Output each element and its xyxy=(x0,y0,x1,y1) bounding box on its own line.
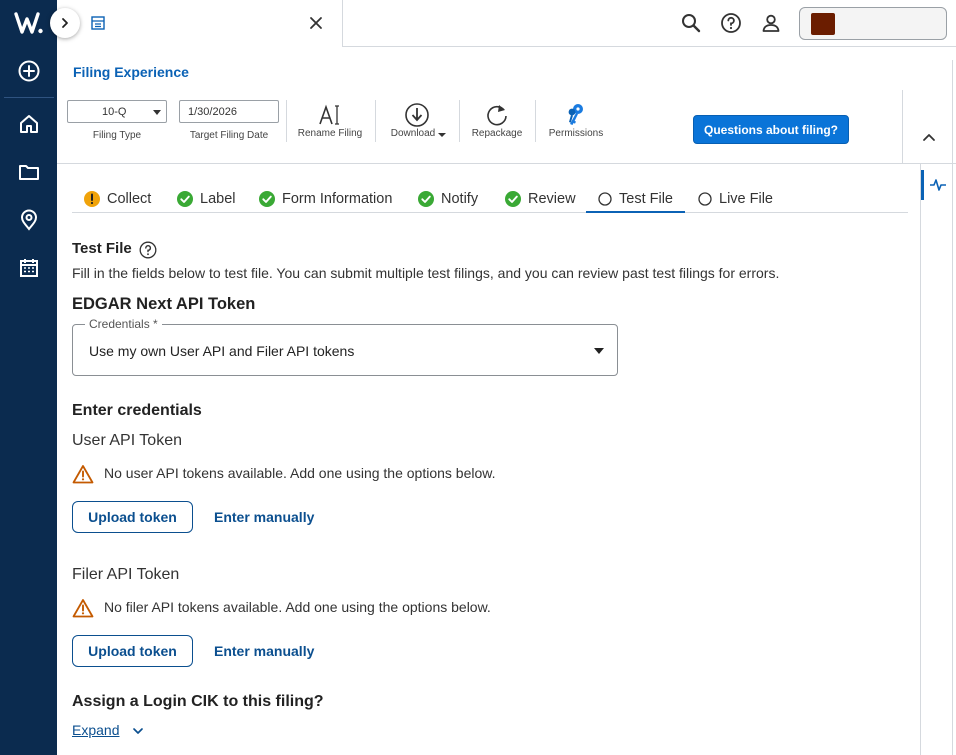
close-icon[interactable] xyxy=(309,16,323,30)
activity-panel-indicator xyxy=(921,170,924,200)
check-circle-icon xyxy=(505,191,521,207)
page-title: Filing Experience xyxy=(73,64,189,80)
target-date-value: 1/30/2026 xyxy=(188,105,237,118)
folder-icon[interactable] xyxy=(16,159,42,185)
tab-test-file[interactable]: Test File xyxy=(586,186,685,213)
toolbar-divider xyxy=(375,100,376,142)
section-description: Fill in the fields below to test file. Y… xyxy=(72,265,780,281)
chevron-down-icon[interactable] xyxy=(132,726,144,736)
filing-type-value: 10-Q xyxy=(102,105,127,118)
collapse-chevron-up-icon[interactable] xyxy=(922,131,936,143)
tab-label[interactable]: Label xyxy=(177,186,235,213)
account-color-swatch xyxy=(811,13,835,35)
help-icon[interactable] xyxy=(139,241,157,259)
chevron-down-icon xyxy=(153,110,161,115)
tab-notify[interactable]: Notify xyxy=(418,186,478,213)
filing-type-select[interactable]: 10-Q xyxy=(67,100,167,123)
filing-type-caption: Filing Type xyxy=(92,130,142,141)
expand-link[interactable]: Expand xyxy=(72,722,119,738)
top-bar xyxy=(57,0,956,47)
tab-collect[interactable]: Collect xyxy=(84,186,151,213)
tab-form-information[interactable]: Form Information xyxy=(259,186,392,213)
user-icon[interactable] xyxy=(760,12,782,34)
tab-live-file[interactable]: Live File xyxy=(698,186,773,213)
toolbar-divider xyxy=(535,100,536,142)
rail-separator xyxy=(4,97,54,98)
permissions-label: Permissions xyxy=(548,128,604,139)
tab-label: Notify xyxy=(441,191,479,207)
upload-user-token-button[interactable]: Upload token xyxy=(72,501,193,533)
document-tab[interactable] xyxy=(57,0,343,47)
user-api-token-title: User API Token xyxy=(72,432,182,449)
credentials-select[interactable]: Credentials * Use my own User API and Fi… xyxy=(72,317,618,376)
enter-filer-token-manually-link[interactable]: Enter manually xyxy=(214,643,314,659)
check-circle-icon xyxy=(177,191,193,207)
credentials-value: Use my own User API and Filer API tokens xyxy=(89,343,355,359)
workflow-tabs: Collect Label Form Information Notify Re… xyxy=(72,186,908,213)
tab-label: Form Information xyxy=(282,191,393,207)
expand-nav-button[interactable] xyxy=(50,8,80,38)
questions-about-filing-button[interactable]: Questions about filing? xyxy=(693,115,849,144)
document-icon xyxy=(91,16,105,30)
tab-label: Review xyxy=(528,191,576,207)
section-title: Test File xyxy=(72,240,132,257)
filer-token-warning: No filer API tokens available. Add one u… xyxy=(104,599,491,615)
caret-down-icon xyxy=(594,348,604,354)
target-date-caption: Target Filing Date xyxy=(189,130,269,141)
warning-triangle-icon xyxy=(72,599,94,618)
location-pin-icon[interactable] xyxy=(16,207,42,233)
permissions-button[interactable]: Permissions xyxy=(543,101,609,143)
header-divider xyxy=(902,90,903,163)
tab-label: Test File xyxy=(619,191,673,207)
tab-review[interactable]: Review xyxy=(505,186,576,213)
account-switcher[interactable] xyxy=(799,7,947,40)
warning-circle-icon xyxy=(84,191,100,207)
toolbar-divider xyxy=(459,100,460,142)
check-circle-icon xyxy=(418,191,434,207)
upload-filer-token-button[interactable]: Upload token xyxy=(72,635,193,667)
empty-circle-icon xyxy=(698,192,712,206)
warning-triangle-icon xyxy=(72,465,94,484)
credentials-label: Credentials * xyxy=(85,317,162,331)
keys-icon xyxy=(568,104,583,125)
toolbar-divider xyxy=(286,100,287,142)
repackage-label: Repackage xyxy=(471,128,523,139)
enter-user-token-manually-link[interactable]: Enter manually xyxy=(214,509,314,525)
rename-filing-label: Rename Filing xyxy=(297,128,363,139)
tab-label: Label xyxy=(200,191,236,207)
download-button[interactable]: Download xyxy=(383,101,451,143)
repackage-button[interactable]: Repackage xyxy=(466,101,528,143)
activity-pulse-icon[interactable] xyxy=(929,176,947,194)
search-icon[interactable] xyxy=(680,12,702,34)
calendar-icon[interactable] xyxy=(16,255,42,281)
user-token-warning: No user API tokens available. Add one us… xyxy=(104,465,496,481)
help-icon[interactable] xyxy=(720,12,742,34)
plus-circle-icon[interactable] xyxy=(16,58,42,84)
download-icon xyxy=(405,103,429,127)
check-circle-icon xyxy=(259,191,275,207)
workiva-logo[interactable] xyxy=(14,9,44,37)
refresh-icon xyxy=(487,105,507,126)
download-label: Download xyxy=(390,128,436,139)
tab-label: Live File xyxy=(719,191,773,207)
filer-api-token-title: Filer API Token xyxy=(72,566,180,583)
caret-down-icon xyxy=(438,133,446,137)
enter-credentials-heading: Enter credentials xyxy=(72,402,202,419)
api-token-heading: EDGAR Next API Token xyxy=(72,295,256,313)
home-icon[interactable] xyxy=(16,111,42,137)
empty-circle-icon xyxy=(598,192,612,206)
tab-label: Collect xyxy=(107,191,152,207)
left-rail xyxy=(0,0,57,755)
rename-text-icon xyxy=(319,104,339,125)
chevron-right-icon xyxy=(62,18,68,28)
header-bottom-border xyxy=(57,163,956,164)
login-cik-heading: Assign a Login CIK to this filing? xyxy=(72,693,324,710)
rename-filing-button[interactable]: Rename Filing xyxy=(294,101,366,143)
scrollbar-track[interactable] xyxy=(952,60,953,755)
activity-panel-border xyxy=(920,164,921,755)
target-date-input[interactable]: 1/30/2026 xyxy=(179,100,279,123)
